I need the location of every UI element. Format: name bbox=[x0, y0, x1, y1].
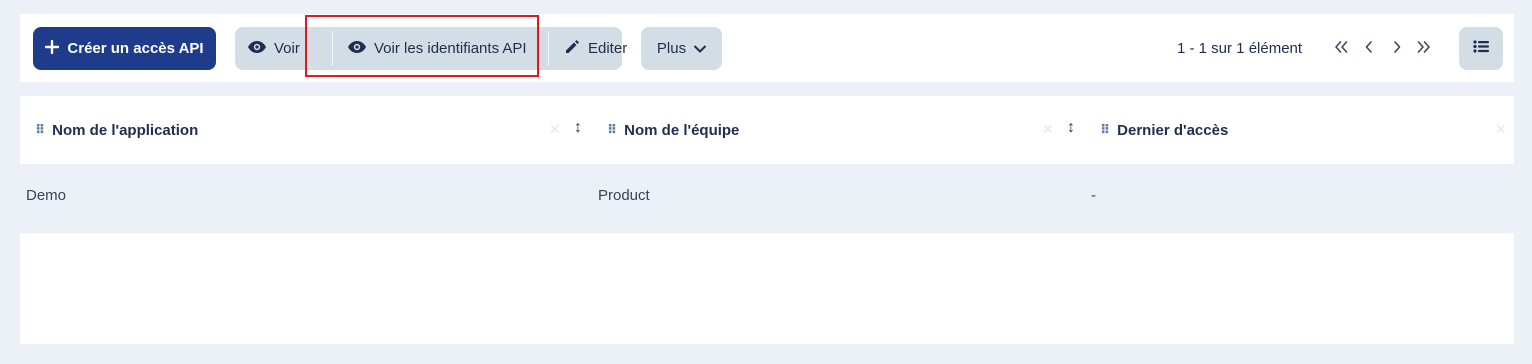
more-label: Plus bbox=[656, 40, 687, 57]
plus-icon bbox=[45, 39, 60, 58]
toolbar: Créer un accès API Voir Voir les identif… bbox=[20, 14, 1514, 82]
cell-last-access: - bbox=[1091, 187, 1096, 204]
clear-filter-icon[interactable]: ✕ bbox=[549, 121, 561, 138]
column-header-label: Nom de l'application bbox=[52, 121, 199, 139]
table-row[interactable]: Demo Product - bbox=[20, 164, 1514, 233]
pencil-icon bbox=[564, 39, 580, 59]
create-api-access-button[interactable]: Créer un accès API bbox=[33, 27, 216, 70]
clear-filter-icon[interactable]: ✕ bbox=[1042, 121, 1054, 138]
column-settings-button[interactable] bbox=[1459, 27, 1503, 70]
column-header-label: Nom de l'équipe bbox=[624, 121, 740, 139]
clear-filter-icon[interactable]: ✕ bbox=[1495, 121, 1507, 138]
pagination-summary: 1 - 1 sur 1 élément bbox=[1177, 40, 1303, 57]
next-page-icon[interactable] bbox=[1388, 40, 1406, 57]
api-access-table: ⠿ Nom de l'application ✕ ↕ ⠿ Nom de l'éq… bbox=[20, 96, 1514, 344]
view-api-credentials-label: Voir les identifiants API bbox=[374, 40, 527, 57]
edit-label: Editer bbox=[588, 40, 628, 57]
sort-icon[interactable]: ↕ bbox=[1067, 119, 1075, 137]
drag-handle-icon[interactable]: ⠿ bbox=[1100, 122, 1110, 138]
chevron-down-icon bbox=[694, 40, 707, 57]
drag-handle-icon[interactable]: ⠿ bbox=[35, 122, 45, 138]
eye-icon bbox=[248, 40, 266, 57]
last-page-icon[interactable] bbox=[1415, 40, 1433, 57]
column-header-label: Dernier d'accès bbox=[1117, 121, 1229, 139]
previous-page-icon[interactable] bbox=[1360, 40, 1378, 57]
column-header-application-name[interactable]: ⠿ Nom de l'application bbox=[35, 96, 198, 164]
action-button-group: Voir Voir les identifiants API Editer bbox=[235, 27, 627, 70]
edit-button[interactable]: Editer bbox=[564, 27, 627, 70]
view-label: Voir bbox=[274, 40, 300, 57]
more-dropdown-button[interactable]: Plus bbox=[641, 27, 722, 70]
first-page-icon[interactable] bbox=[1332, 40, 1350, 57]
cell-team-name: Product bbox=[598, 187, 650, 204]
view-button[interactable]: Voir bbox=[248, 27, 300, 70]
cell-application-name: Demo bbox=[26, 187, 67, 204]
create-api-access-label: Créer un accès API bbox=[67, 40, 204, 57]
column-header-team-name[interactable]: ⠿ Nom de l'équipe bbox=[607, 96, 739, 164]
divider bbox=[548, 31, 549, 66]
eye-icon bbox=[348, 40, 366, 57]
list-icon bbox=[1473, 40, 1489, 57]
view-api-credentials-button[interactable]: Voir les identifiants API bbox=[348, 27, 527, 70]
divider bbox=[332, 31, 333, 66]
drag-handle-icon[interactable]: ⠿ bbox=[607, 122, 617, 138]
sort-icon[interactable]: ↕ bbox=[574, 119, 582, 137]
column-header-last-access[interactable]: ⠿ Dernier d'accès bbox=[1100, 96, 1228, 164]
